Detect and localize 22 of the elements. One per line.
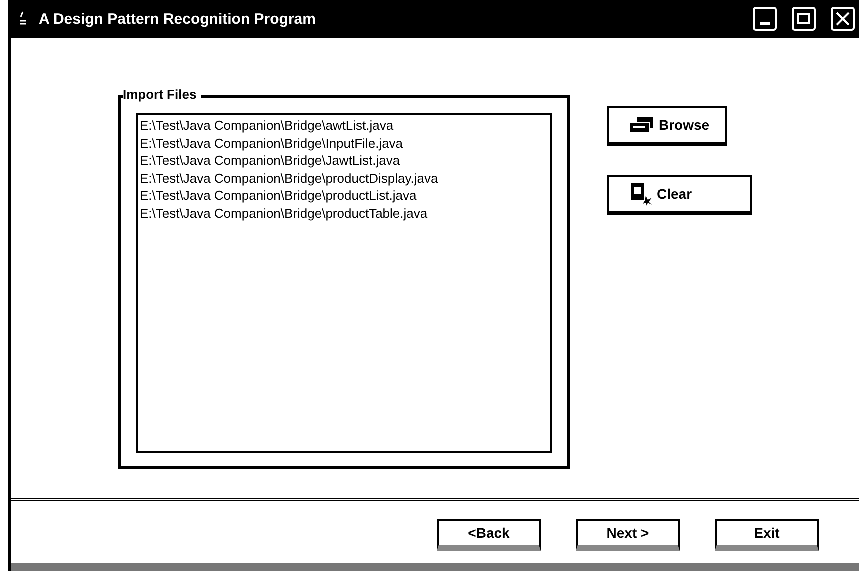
file-list-item[interactable]: E:\Test\Java Companion\Bridge\InputFile.java — [140, 134, 548, 152]
clear-button[interactable]: Clear — [607, 175, 752, 215]
minimize-icon — [760, 22, 770, 25]
file-list[interactable] — [136, 113, 552, 453]
drive-icon — [629, 116, 655, 134]
file-list-item[interactable]: E:\Test\Java Companion\Bridge\awtList.java — [140, 117, 548, 134]
browse-button[interactable]: Browse — [607, 106, 727, 146]
close-button[interactable] — [831, 7, 855, 31]
nav-button[interactable]: <Back — [437, 519, 541, 551]
file-list-item[interactable]: E:\Test\Java Companion\Bridge\productTable.java — [140, 204, 548, 222]
nav-button[interactable]: Exit — [715, 519, 819, 551]
window-title: A Design Pattern Recognition Program — [39, 10, 317, 28]
maximize-button[interactable] — [792, 7, 816, 31]
file-list-item[interactable]: E:\Test\Java Companion\Bridge\JawtList.java — [140, 152, 548, 170]
close-icon — [836, 12, 850, 26]
maximize-icon — [797, 13, 811, 25]
eraser-document-icon — [629, 182, 653, 206]
file-list-item[interactable]: E:\Test\Java Companion\Bridge\productDisplay.java — [140, 170, 548, 187]
nav-button[interactable]: Next > — [576, 519, 680, 551]
file-list-item[interactable]: E:\Test\Java Companion\Bridge\productList.java — [140, 187, 548, 204]
group-label: Import Files — [123, 87, 201, 102]
minimize-button[interactable] — [753, 7, 777, 31]
